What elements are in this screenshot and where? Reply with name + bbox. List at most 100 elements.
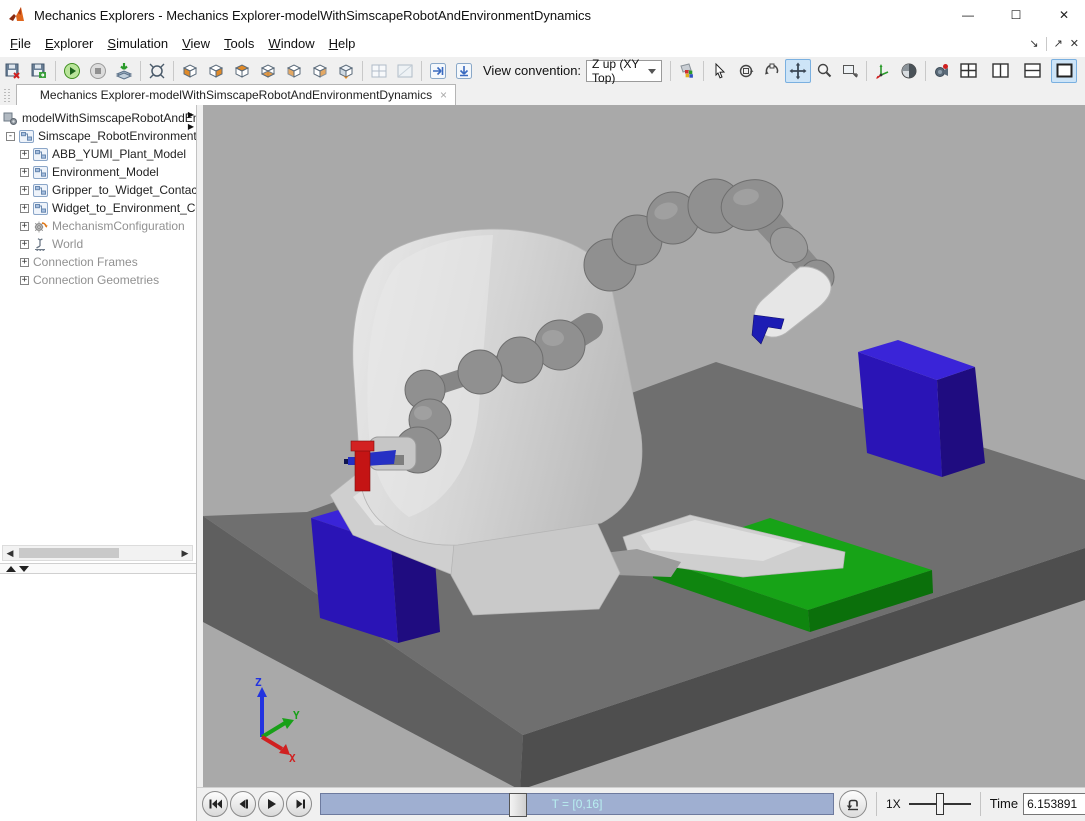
tab-label: Mechanics Explorer-modelWithSimscapeRobo… [40,88,432,102]
time-input[interactable] [1023,793,1085,815]
loop-playback-button[interactable] [839,790,867,818]
go-to-start-button[interactable] [202,791,228,817]
frame-triad-icon[interactable] [870,59,896,83]
subsystem-icon [33,148,48,161]
tree-scroll-right-icon[interactable]: ▶ [188,111,194,119]
down-frame-icon[interactable] [451,59,477,83]
view-back-icon[interactable] [203,59,229,83]
tree-item-label: Simscape_RobotEnvironment [38,129,197,143]
tree-item-environment-model[interactable]: + Environment_Model [20,163,159,181]
scroll-right-icon[interactable]: ▶ [178,548,192,559]
expand-expander[interactable]: + [20,204,29,213]
splitter-up-icon[interactable] [6,566,16,572]
forward-frame-icon[interactable] [425,59,451,83]
tree-scroll-right-icon[interactable]: ▶ [188,123,194,131]
expand-expander[interactable]: + [20,258,29,267]
tree-item-connection-frames[interactable]: + Connection Frames [20,253,138,271]
view-bottom-icon[interactable] [255,59,281,83]
sphere-shading-icon[interactable] [896,59,922,83]
tree-item-label: World [52,237,83,251]
select-cursor-icon[interactable] [707,59,733,83]
layout-two-columns-icon[interactable] [987,59,1013,83]
expand-expander[interactable]: + [20,240,29,249]
view-right-icon[interactable] [307,59,333,83]
menu-help[interactable]: Help [329,36,356,51]
view-top-icon[interactable] [229,59,255,83]
maximize-button[interactable]: ☐ [1007,8,1025,22]
time-slider[interactable]: T = [0,16] [320,793,834,815]
divider [173,61,174,81]
save-config-as-icon[interactable] [26,59,52,83]
tree-item-gripper-to-widget-contact[interactable]: + Gripper_to_Widget_Contact [20,181,197,199]
tree-item-label: Gripper_to_Widget_Contact [52,183,197,197]
stop-icon[interactable] [85,59,111,83]
rotate-view-icon[interactable] [733,59,759,83]
expand-expander[interactable]: + [20,276,29,285]
time-slider-thumb[interactable] [509,793,527,817]
speed-slider[interactable] [909,793,971,815]
menu-file[interactable]: File [10,36,31,51]
splitter-down-icon[interactable] [19,566,29,572]
menu-view[interactable]: View [182,36,210,51]
tree-item-connection-geometries[interactable]: + Connection Geometries [20,271,159,289]
tree-item-world[interactable]: + World [20,235,83,253]
scroll-left-icon[interactable]: ◀ [3,548,17,559]
expand-expander[interactable]: + [20,168,29,177]
speed-slider-thumb[interactable] [936,793,944,815]
zoom-icon[interactable] [811,59,837,83]
tree-item-label: ABB_YUMI_Plant_Model [52,147,186,161]
save-config-icon[interactable] [0,59,26,83]
step-back-button[interactable] [230,791,256,817]
expand-expander[interactable]: + [20,222,29,231]
tab-mechanics-explorer[interactable]: Mechanics Explorer-modelWithSimscapeRobo… [16,84,456,105]
view-isometric-icon[interactable] [333,59,359,83]
close-button[interactable]: ✕ [1055,8,1073,22]
zoom-to-fit-icon[interactable] [144,59,170,83]
split-four-views-icon[interactable] [366,59,392,83]
undock-icon[interactable]: ↗ [1054,37,1063,50]
divider [421,61,422,81]
zoom-region-icon[interactable] [837,59,863,83]
3d-viewport[interactable]: Z Y X [203,105,1085,787]
tree-item-simscape-robotenvironment[interactable]: - Simscape_RobotEnvironment [6,127,197,145]
main-toolbar: View convention: Z up (XY Top) [0,57,1085,85]
visual-settings-icon[interactable] [674,59,700,83]
layout-single-pane-icon[interactable] [1051,59,1077,83]
subsystem-icon [33,166,48,179]
tree-item-mechanism-configuration[interactable]: + MechanismConfiguration [20,217,185,235]
pan-view-icon[interactable] [785,59,811,83]
roll-view-icon[interactable] [759,59,785,83]
close-panel-icon[interactable]: ✕ [1070,37,1079,50]
divider [670,61,671,81]
expand-expander[interactable]: + [20,186,29,195]
expand-expander[interactable]: + [20,150,29,159]
view-front-icon[interactable] [177,59,203,83]
tab-close-icon[interactable]: × [440,88,447,102]
step-forward-button[interactable] [286,791,312,817]
tree-root[interactable]: modelWithSimscapeRobotAndEnvironmentDyna… [3,109,197,127]
tab-drag-handle[interactable] [4,87,12,102]
playback-bar: T = [0,16] 1X Time [197,787,1085,819]
collapse-expander[interactable]: - [6,132,15,141]
scrollbar-thumb[interactable] [19,548,119,558]
tree-item-widget-to-environment-contact[interactable]: + Widget_to_Environment_Contact [20,199,197,217]
export-video-icon[interactable] [111,59,137,83]
tree-item-abb-yumi-plant-model[interactable]: + ABB_YUMI_Plant_Model [20,145,186,163]
menu-window[interactable]: Window [268,36,314,51]
layout-four-pane-icon[interactable] [955,59,981,83]
run-icon[interactable] [59,59,85,83]
tree-horizontal-scrollbar[interactable]: ◀ ▶ [2,545,193,561]
layout-two-rows-icon[interactable] [1019,59,1045,83]
single-view-icon[interactable] [392,59,418,83]
menu-tools[interactable]: Tools [224,36,254,51]
menu-explorer[interactable]: Explorer [45,36,93,51]
record-video-icon[interactable] [929,59,955,83]
view-convention-dropdown[interactable]: Z up (XY Top) [586,60,662,82]
dock-icon[interactable]: ↘ [1029,37,1038,50]
view-left-icon[interactable] [281,59,307,83]
panel-splitter[interactable] [0,563,197,574]
minimize-button[interactable]: — [959,8,977,22]
3d-scene: Z Y X [203,105,1085,787]
play-button[interactable] [258,791,284,817]
menu-simulation[interactable]: Simulation [107,36,168,51]
